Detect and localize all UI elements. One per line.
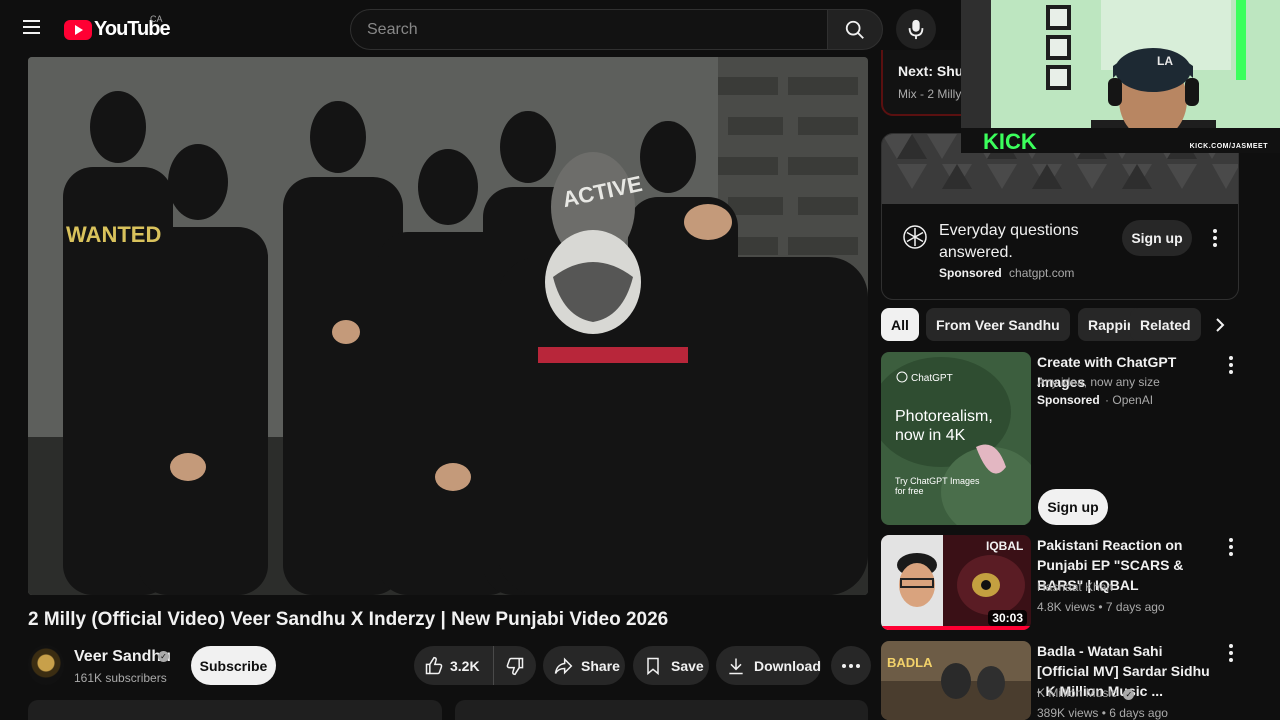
like-dislike-group: 3.2K: [414, 646, 536, 685]
rec-separator: ·: [1105, 393, 1110, 407]
rec-views-age: 4.8K views • 7 days ago: [1037, 600, 1165, 614]
filter-chips: All From Veer Sandhu Rapping Related: [881, 308, 1239, 342]
recommendation-video[interactable]: IQBAL 30:03 Pakistani Reaction on Punjab…: [881, 535, 1239, 630]
ad-more-icon[interactable]: [1205, 228, 1225, 248]
rec-views-age: 389K views • 6 days ago: [1037, 706, 1168, 720]
ad-headline: Everyday questions answered.: [939, 222, 1079, 261]
ad-sponsored-label: Sponsored: [939, 266, 1002, 280]
video-thumbnail: IQBAL 30:03: [881, 535, 1031, 630]
rec-more-icon[interactable]: [1221, 643, 1241, 663]
kick-logo-text: KICK: [983, 129, 1037, 153]
like-count: 3.2K: [450, 657, 480, 674]
chip-all[interactable]: All: [881, 308, 919, 341]
recommendation-video[interactable]: BADLA Badla - Watan Sahi [Official MV] S…: [881, 641, 1239, 720]
menu-icon[interactable]: [18, 16, 46, 44]
ad-card[interactable]: Everyday questions answered. Sponsored c…: [881, 133, 1239, 300]
search-box[interactable]: [350, 9, 828, 50]
rec-sponsored-line: Sponsored · OpenAI: [1037, 393, 1153, 407]
channel-name[interactable]: Veer Sandhu: [74, 648, 171, 666]
video-title: 2 Milly (Official Video) Veer Sandhu X I…: [28, 609, 669, 630]
comments-box-edge: [455, 700, 868, 720]
rec-more-icon[interactable]: [1221, 537, 1241, 557]
share-button[interactable]: Share: [543, 646, 625, 685]
up-next-subtitle: Mix - 2 Milly (: [898, 87, 969, 101]
thumb-headline-line-1: Photorealism,: [895, 408, 993, 425]
region-code: CA: [150, 14, 163, 24]
video-player[interactable]: ACTIVE WANTED: [28, 57, 868, 595]
description-box-edge: [28, 700, 442, 720]
thumb-text: BADLA: [887, 655, 933, 670]
thumb-text: IQBAL: [986, 539, 1023, 553]
youtube-play-icon: [64, 19, 92, 40]
save-label: Save: [671, 657, 704, 674]
microphone-icon: [908, 19, 924, 40]
more-horizontal-icon: [842, 663, 860, 668]
download-label: Download: [754, 657, 821, 674]
video-thumbnail: BADLA: [881, 641, 1031, 720]
save-button[interactable]: Save: [633, 646, 709, 685]
chevron-right-icon: [1216, 317, 1225, 332]
channel-avatar[interactable]: [28, 645, 64, 685]
download-icon: [729, 658, 743, 674]
rec-sponsored-label: Sponsored: [1037, 393, 1100, 407]
bookmark-icon: [647, 657, 659, 675]
webcam-overlay: LA KICK KICK.COM/JASMEET: [961, 0, 1280, 153]
webcam-feed: LA KICK: [961, 0, 1280, 153]
ad-meta: Sponsored chatgpt.com: [939, 266, 1074, 280]
ad-thumbnail: ChatGPT Photorealism, now in 4K Try Chat…: [881, 352, 1031, 525]
thumb-cta-line-1: Try ChatGPT Images: [895, 476, 980, 486]
stream-url: KICK.COM/JASMEET: [1189, 143, 1268, 150]
recommendation-ad[interactable]: ChatGPT Photorealism, now in 4K Try Chat…: [881, 352, 1239, 527]
rec-subtitle: Any idea, now any size: [1037, 375, 1160, 389]
chip-related[interactable]: Related: [1130, 308, 1201, 341]
verified-icon: ✓: [1123, 689, 1135, 700]
share-label: Share: [581, 657, 620, 674]
video-duration: 30:03: [988, 610, 1027, 626]
thumb-cta-line-2: for free: [895, 486, 924, 496]
search-input[interactable]: [351, 10, 827, 49]
share-icon: [554, 657, 573, 674]
like-button[interactable]: 3.2K: [414, 646, 494, 685]
more-actions-button[interactable]: [831, 646, 871, 685]
rec-advertiser: OpenAI: [1112, 393, 1154, 407]
rec-channel-line: K Million Music ✓: [1037, 686, 1135, 700]
cap-logo-text: LA: [1157, 54, 1173, 68]
dislike-button[interactable]: [494, 656, 536, 676]
subscriber-count: 161K subscribers: [74, 671, 167, 685]
ad-sign-up-button[interactable]: Sign up: [1122, 220, 1192, 256]
rec-sign-up-button[interactable]: Sign up: [1038, 489, 1108, 525]
shirt-text: WANTED: [66, 222, 161, 247]
thumb-brand-text: ChatGPT: [911, 373, 953, 384]
thumbs-up-icon: [425, 656, 443, 674]
chatgpt-logo-icon: [903, 225, 927, 249]
rec-channel: K Million Music: [1037, 686, 1118, 700]
search-icon: [845, 20, 864, 39]
ad-domain: chatgpt.com: [1009, 266, 1075, 280]
video-frame: ACTIVE WANTED: [28, 57, 868, 595]
chip-from-veer-sandhu[interactable]: From Veer Sandhu: [926, 308, 1070, 341]
chips-next-button[interactable]: [1203, 308, 1237, 341]
rec-channel: Hasnaat Khan: [1037, 580, 1114, 594]
verified-icon: ✓: [158, 651, 169, 662]
download-button[interactable]: Download: [716, 646, 821, 685]
voice-search-button[interactable]: [896, 9, 936, 49]
thumb-headline-line-2: now in 4K: [895, 427, 966, 444]
rec-more-icon[interactable]: [1221, 355, 1241, 375]
up-next-card[interactable]: Next: Shubh Mix - 2 Milly (: [881, 50, 971, 116]
thumbs-down-icon: [506, 657, 524, 675]
subscribe-button[interactable]: Subscribe: [191, 646, 276, 685]
search-button[interactable]: [827, 9, 883, 50]
